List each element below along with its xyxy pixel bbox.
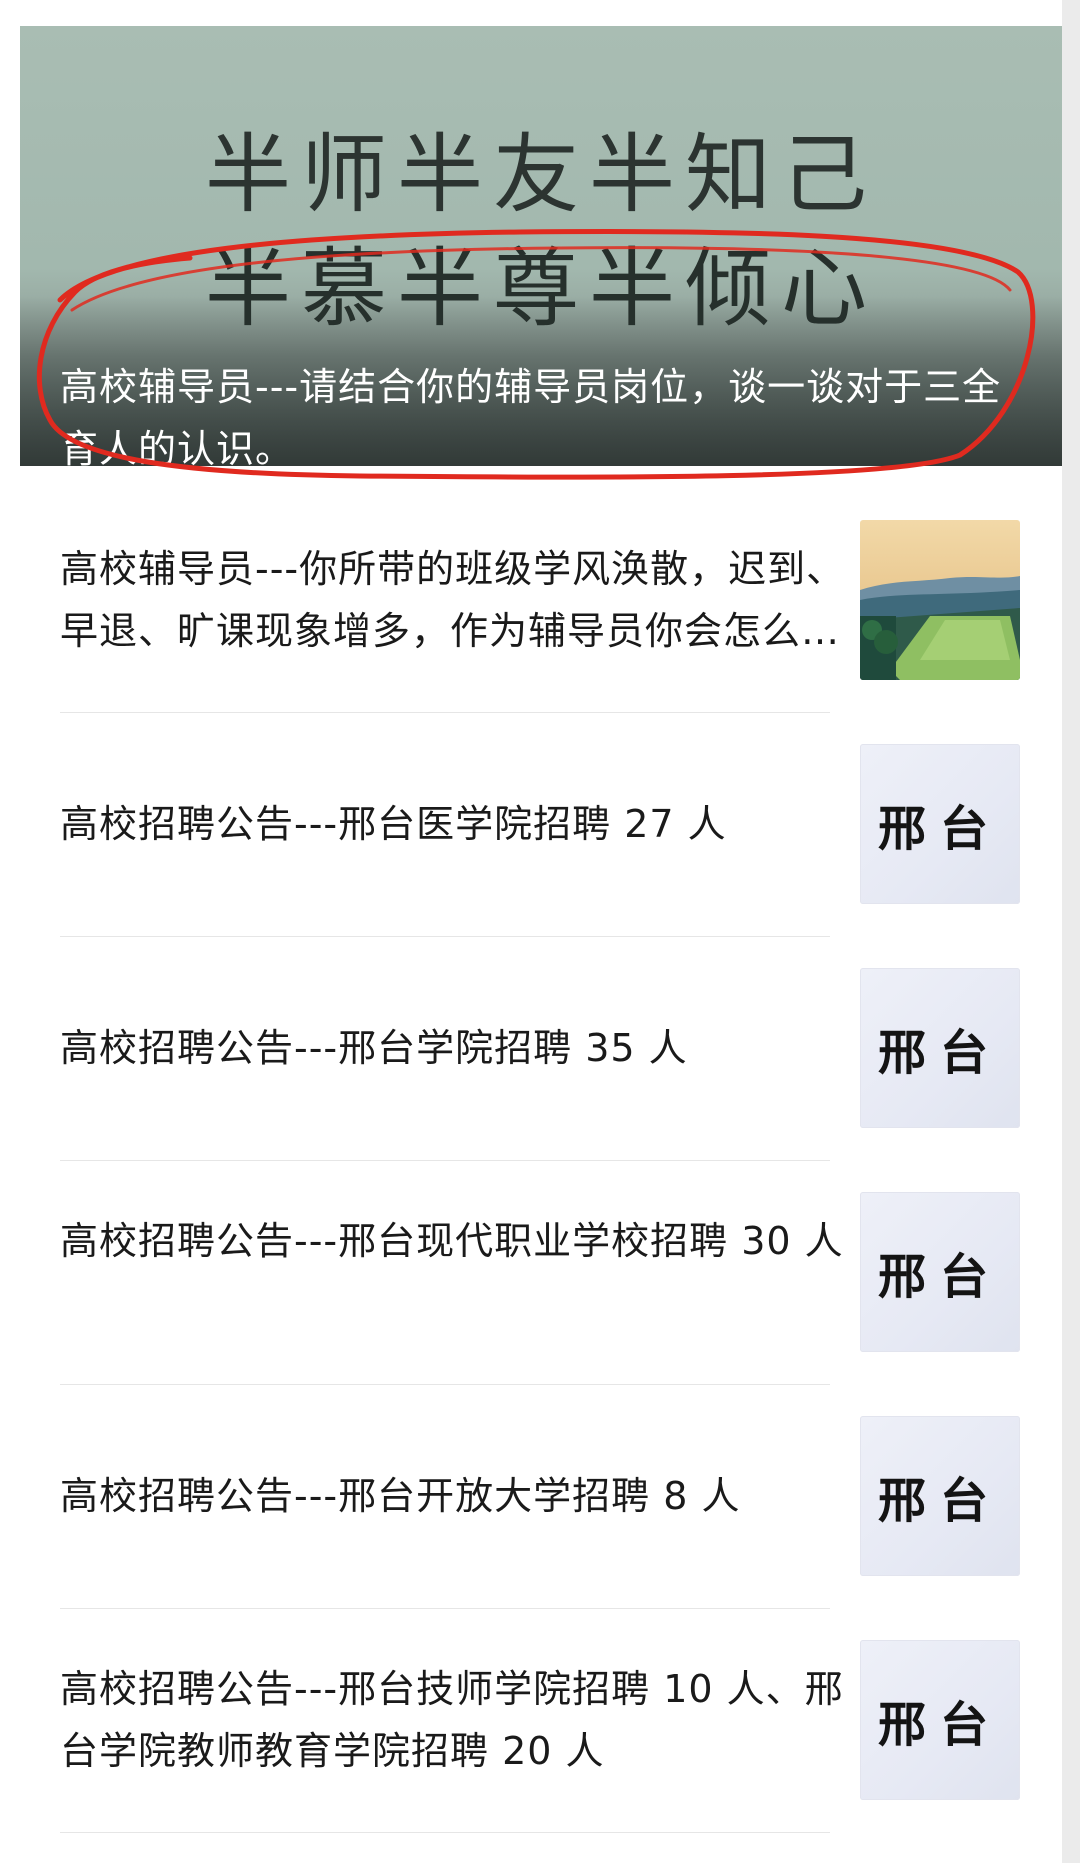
article-title: 高校招聘公告---邢台开放大学招聘 8 人 <box>60 1474 741 1518</box>
list-item[interactable]: 高校招聘公告---邢台现代职业学校招聘 30 人 邢台 <box>60 1192 1020 1352</box>
campus-image-icon <box>860 520 1020 680</box>
list-item[interactable]: 高校招聘公告---邢台技师学院招聘 10 人、邢台学院教师教育学院招聘 20 人… <box>60 1640 1020 1800</box>
article-title: 高校招聘公告---邢台医学院招聘 27 人 <box>60 802 727 846</box>
article-title: 高校招聘公告---邢台技师学院招聘 10 人、邢台学院教师教育学院招聘 20 人 <box>60 1667 844 1773</box>
article-list-card: 半师半友半知己 半慕半尊半倾心 高校辅导员---请结合你的辅导员岗位，谈一谈对于… <box>0 0 1062 1863</box>
article-title: 高校辅导员---你所带的班级学风涣散，迟到、早退、旷课现象增多，作为辅导员你会怎… <box>60 547 846 653</box>
article-title: 高校招聘公告---邢台学院招聘 35 人 <box>60 1026 688 1070</box>
hero-quote-line1: 半师半友半知己 <box>205 125 877 225</box>
xingtai-thumbnail: 邢台 <box>860 1640 1020 1800</box>
xingtai-thumbnail: 邢台 <box>860 744 1020 904</box>
article-title: 高校招聘公告---邢台现代职业学校招聘 30 人 <box>60 1219 844 1263</box>
list-item[interactable]: 高校辅导员---你所带的班级学风涣散，迟到、早退、旷课现象增多，作为辅导员你会怎… <box>60 508 1020 680</box>
xingtai-thumbnail: 邢台 <box>860 1192 1020 1352</box>
featured-article-title: 高校辅导员---请结合你的辅导员岗位，谈一谈对于三全育人的认识。 <box>60 365 1002 466</box>
divider <box>60 712 830 713</box>
xingtai-thumbnail: 邢台 <box>860 1416 1020 1576</box>
divider <box>60 936 830 937</box>
featured-article[interactable]: 半师半友半知己 半慕半尊半倾心 高校辅导员---请结合你的辅导员岗位，谈一谈对于… <box>20 26 1062 466</box>
divider <box>60 1384 830 1385</box>
list-item[interactable]: 高校招聘公告---邢台医学院招聘 27 人 邢台 <box>60 744 1020 904</box>
divider <box>60 1832 830 1833</box>
campus-thumbnail <box>860 520 1020 680</box>
list-item[interactable]: 高校招聘公告---邢台学院招聘 35 人 邢台 <box>60 968 1020 1128</box>
list-item[interactable]: 高校招聘公告---邢台开放大学招聘 8 人 邢台 <box>60 1416 1020 1576</box>
xingtai-thumbnail: 邢台 <box>860 968 1020 1128</box>
divider <box>60 1608 830 1609</box>
divider <box>60 1160 830 1161</box>
